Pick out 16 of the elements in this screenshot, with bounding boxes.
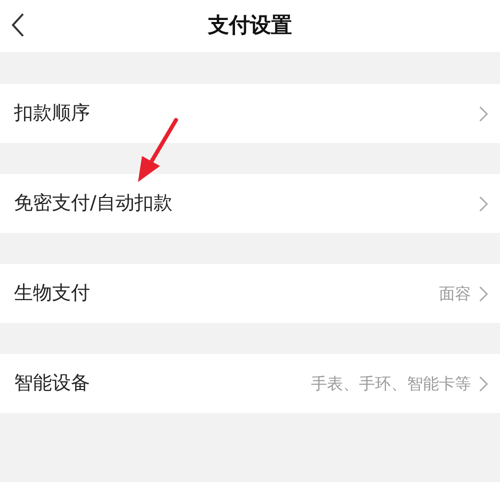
settings-row[interactable]: 智能设备 手表、手环、智能卡等 xyxy=(0,354,500,413)
page-title: 支付设置 xyxy=(208,12,292,40)
chevron-icon xyxy=(479,376,488,392)
row-label: 生物支付 xyxy=(14,281,90,306)
row-label: 免密支付/自动扣款 xyxy=(14,191,172,216)
row-value: 面容 xyxy=(439,282,471,304)
back-icon[interactable] xyxy=(10,12,26,38)
row-label: 扣款顺序 xyxy=(14,101,90,126)
settings-row[interactable]: 生物支付 面容 xyxy=(0,264,500,323)
row-label: 智能设备 xyxy=(14,371,90,396)
chevron-icon xyxy=(479,106,488,122)
chevron-icon xyxy=(479,196,488,212)
settings-row[interactable]: 免密支付/自动扣款 xyxy=(0,174,500,233)
row-value: 手表、手环、智能卡等 xyxy=(311,372,471,394)
chevron-icon xyxy=(479,286,488,302)
settings-row[interactable]: 扣款顺序 xyxy=(0,84,500,143)
